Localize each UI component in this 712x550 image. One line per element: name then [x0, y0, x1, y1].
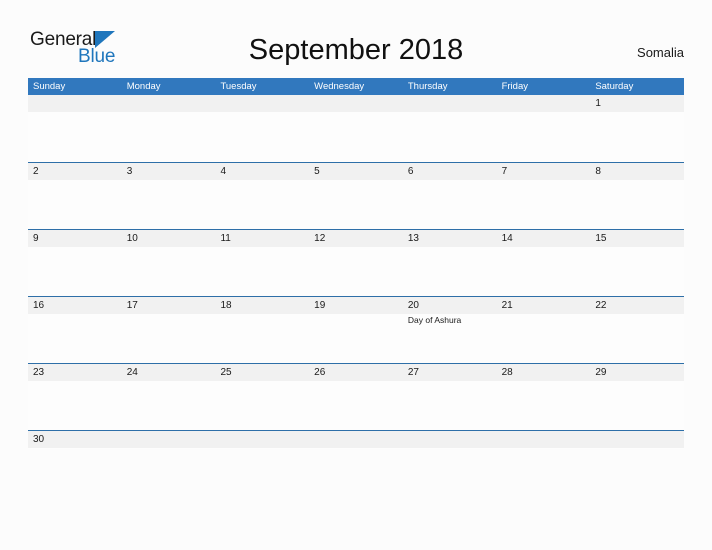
weekday-header-thursday: Thursday [407, 81, 448, 92]
day-cell[interactable] [309, 95, 403, 162]
day-number: 17 [126, 300, 138, 311]
region-label: Somalia [637, 45, 684, 60]
day-number: 14 [501, 233, 513, 244]
day-number: 27 [407, 367, 419, 378]
day-cell[interactable] [309, 431, 403, 449]
day-cell[interactable]: 8 [590, 163, 684, 229]
day-cell[interactable]: 16 [28, 297, 122, 363]
day-cell[interactable]: 1 [590, 95, 684, 162]
day-cell[interactable]: 30 [28, 431, 122, 449]
day-number: 8 [595, 166, 601, 177]
day-number: 30 [33, 434, 45, 445]
day-cell[interactable] [497, 95, 591, 162]
calendar-page: General Blue September 2018 Somalia Sund… [0, 0, 712, 550]
weekday-header-monday: Monday [126, 81, 161, 92]
day-number: 24 [126, 367, 138, 378]
day-number: 1 [595, 98, 601, 109]
calendar-grid: Sunday Monday Tuesday Wednesday Thursday… [28, 78, 684, 449]
day-number: 13 [407, 233, 419, 244]
weekday-header-friday: Friday [501, 81, 528, 92]
day-number: 7 [501, 166, 508, 177]
day-cell[interactable]: 5 [309, 163, 403, 229]
day-cell[interactable]: 18 [215, 297, 309, 363]
day-number: 5 [314, 166, 320, 177]
day-cell[interactable] [122, 431, 216, 449]
day-number: 22 [595, 300, 607, 311]
day-number: 16 [33, 300, 45, 311]
day-number: 21 [501, 300, 513, 311]
day-cell[interactable]: 11 [215, 230, 309, 296]
day-cell[interactable]: 13 [403, 230, 497, 296]
day-cell[interactable]: 23 [28, 364, 122, 430]
day-cell[interactable]: 22 [590, 297, 684, 363]
day-cell[interactable]: 21 [497, 297, 591, 363]
day-cell[interactable] [403, 431, 497, 449]
holiday-label: Day of Ashura [407, 315, 462, 325]
day-cell[interactable]: 27 [403, 364, 497, 430]
week-row: 23 24 25 26 27 28 29 [28, 363, 684, 430]
day-number: 25 [220, 367, 232, 378]
week-row: 2 3 4 5 6 7 8 [28, 162, 684, 229]
day-number: 12 [314, 233, 326, 244]
day-cell[interactable]: 2 [28, 163, 122, 229]
week-row: 9 10 11 12 13 14 15 [28, 229, 684, 296]
day-number: 19 [314, 300, 326, 311]
weekday-header-row: Sunday Monday Tuesday Wednesday Thursday… [28, 78, 684, 95]
day-number: 9 [33, 233, 39, 244]
day-number: 4 [220, 166, 226, 177]
day-number: 11 [220, 233, 231, 244]
day-cell[interactable] [215, 95, 309, 162]
weekday-header-sunday: Sunday [33, 81, 66, 92]
week-row: 16 17 18 19 20 Day of Ashura 21 22 [28, 296, 684, 363]
day-number: 15 [595, 233, 607, 244]
day-cell[interactable]: 26 [309, 364, 403, 430]
day-cell[interactable]: 7 [497, 163, 591, 229]
weekday-header-tuesday: Tuesday [220, 81, 257, 92]
day-cell[interactable] [403, 95, 497, 162]
day-cell[interactable]: 19 [309, 297, 403, 363]
day-cell[interactable]: 28 [497, 364, 591, 430]
day-cell[interactable]: 17 [122, 297, 216, 363]
day-number: 26 [314, 367, 326, 378]
day-cell[interactable] [215, 431, 309, 449]
page-header: General Blue September 2018 Somalia [0, 0, 712, 78]
day-cell[interactable]: 10 [122, 230, 216, 296]
weekday-header-wednesday: Wednesday [314, 81, 365, 92]
day-cell[interactable]: 12 [309, 230, 403, 296]
day-cell[interactable]: 3 [122, 163, 216, 229]
day-number: 10 [126, 233, 138, 244]
day-cell[interactable]: 25 [215, 364, 309, 430]
day-cell[interactable] [590, 431, 684, 449]
day-cell[interactable] [28, 95, 122, 162]
day-cell[interactable]: 29 [590, 364, 684, 430]
day-cell-holiday[interactable]: 20 Day of Ashura [403, 297, 497, 363]
day-cell[interactable] [122, 95, 216, 162]
week-row: 1 [28, 95, 684, 162]
day-cell[interactable]: 15 [590, 230, 684, 296]
day-cell[interactable]: 4 [215, 163, 309, 229]
week-row: 30 [28, 430, 684, 449]
day-number: 28 [501, 367, 513, 378]
day-cell[interactable] [497, 431, 591, 449]
day-number: 6 [407, 166, 414, 177]
day-number: 2 [33, 166, 39, 177]
day-number: 29 [595, 367, 607, 378]
day-cell[interactable]: 9 [28, 230, 122, 296]
day-cell[interactable]: 14 [497, 230, 591, 296]
day-cell[interactable]: 6 [403, 163, 497, 229]
day-number: 23 [33, 367, 45, 378]
day-number: 3 [126, 166, 133, 177]
day-cell[interactable]: 24 [122, 364, 216, 430]
day-number: 18 [220, 300, 232, 311]
page-title: September 2018 [248, 34, 464, 66]
day-number: 20 [407, 300, 419, 311]
weekday-header-saturday: Saturday [595, 81, 634, 92]
